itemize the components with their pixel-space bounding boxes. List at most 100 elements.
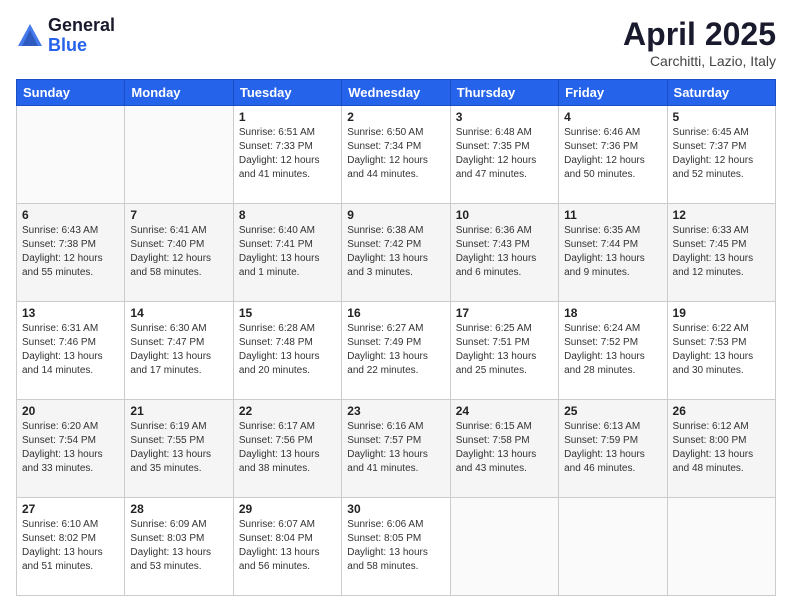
day-number: 10 [456, 208, 553, 222]
day-number: 13 [22, 306, 119, 320]
day-detail: Sunrise: 6:51 AM Sunset: 7:33 PM Dayligh… [239, 126, 336, 182]
day-detail: Sunrise: 6:27 AM Sunset: 7:49 PM Dayligh… [347, 322, 444, 378]
day-detail: Sunrise: 6:09 AM Sunset: 8:03 PM Dayligh… [130, 518, 227, 574]
table-row: 7 Sunrise: 6:41 AM Sunset: 7:40 PM Daylig… [125, 204, 233, 302]
day-detail: Sunrise: 6:45 AM Sunset: 7:37 PM Dayligh… [673, 126, 770, 182]
day-number: 5 [673, 110, 770, 124]
day-detail: Sunrise: 6:28 AM Sunset: 7:48 PM Dayligh… [239, 322, 336, 378]
day-detail: Sunrise: 6:13 AM Sunset: 7:59 PM Dayligh… [564, 420, 661, 476]
day-detail: Sunrise: 6:33 AM Sunset: 7:45 PM Dayligh… [673, 224, 770, 280]
logo-icon [16, 22, 44, 50]
day-detail: Sunrise: 6:41 AM Sunset: 7:40 PM Dayligh… [130, 224, 227, 280]
table-row [559, 498, 667, 596]
logo-general: General [48, 15, 115, 35]
header: General Blue April 2025 Carchitti, Lazio… [16, 16, 776, 69]
day-detail: Sunrise: 6:15 AM Sunset: 7:58 PM Dayligh… [456, 420, 553, 476]
table-row: 15 Sunrise: 6:28 AM Sunset: 7:48 PM Dayli… [233, 302, 341, 400]
header-row: Sunday Monday Tuesday Wednesday Thursday… [17, 80, 776, 106]
table-row: 24Sunrise: 6:15 AM Sunset: 7:58 PM Dayli… [450, 400, 558, 498]
table-row: 25 Sunrise: 6:13 AM Sunset: 7:59 PM Dayli… [559, 400, 667, 498]
table-row: 19Sunrise: 6:22 AM Sunset: 7:53 PM Dayli… [667, 302, 775, 400]
day-number: 3 [456, 110, 553, 124]
day-number: 1 [239, 110, 336, 124]
day-number: 8 [239, 208, 336, 222]
table-row: 6Sunrise: 6:43 AM Sunset: 7:38 PM Daylig… [17, 204, 125, 302]
title-block: April 2025 Carchitti, Lazio, Italy [623, 16, 776, 69]
table-row: 30 Sunrise: 6:06 AM Sunset: 8:05 PM Dayli… [342, 498, 450, 596]
day-detail: Sunrise: 6:20 AM Sunset: 7:54 PM Dayligh… [22, 420, 119, 476]
table-row: 17 Sunrise: 6:25 AM Sunset: 7:51 PM Dayli… [450, 302, 558, 400]
table-row: 3 Sunrise: 6:48 AM Sunset: 7:35 PM Daylig… [450, 106, 558, 204]
table-row: 22Sunrise: 6:17 AM Sunset: 7:56 PM Dayli… [233, 400, 341, 498]
day-number: 30 [347, 502, 444, 516]
table-row: 20 Sunrise: 6:20 AM Sunset: 7:54 PM Dayli… [17, 400, 125, 498]
table-row: 21 Sunrise: 6:19 AM Sunset: 7:55 PM Dayli… [125, 400, 233, 498]
logo: General Blue [16, 16, 115, 56]
table-row: 5 Sunrise: 6:45 AM Sunset: 7:37 PM Daylig… [667, 106, 775, 204]
table-row: 29 Sunrise: 6:07 AM Sunset: 8:04 PM Dayli… [233, 498, 341, 596]
day-number: 21 [130, 404, 227, 418]
day-number: 15 [239, 306, 336, 320]
calendar-week-2: 6Sunrise: 6:43 AM Sunset: 7:38 PM Daylig… [17, 204, 776, 302]
table-row: 18Sunrise: 6:24 AM Sunset: 7:52 PM Dayli… [559, 302, 667, 400]
table-row: 27 Sunrise: 6:10 AM Sunset: 8:02 PM Dayli… [17, 498, 125, 596]
col-sunday: Sunday [17, 80, 125, 106]
month-title: April 2025 [623, 16, 776, 53]
day-detail: Sunrise: 6:35 AM Sunset: 7:44 PM Dayligh… [564, 224, 661, 280]
table-row: 12Sunrise: 6:33 AM Sunset: 7:45 PM Dayli… [667, 204, 775, 302]
calendar-week-3: 13 Sunrise: 6:31 AM Sunset: 7:46 PM Dayli… [17, 302, 776, 400]
logo-blue: Blue [48, 35, 87, 55]
table-row: 16 Sunrise: 6:27 AM Sunset: 7:49 PM Dayli… [342, 302, 450, 400]
day-number: 14 [130, 306, 227, 320]
col-tuesday: Tuesday [233, 80, 341, 106]
day-number: 27 [22, 502, 119, 516]
day-number: 17 [456, 306, 553, 320]
calendar-week-5: 27 Sunrise: 6:10 AM Sunset: 8:02 PM Dayli… [17, 498, 776, 596]
day-number: 28 [130, 502, 227, 516]
day-detail: Sunrise: 6:22 AM Sunset: 7:53 PM Dayligh… [673, 322, 770, 378]
day-detail: Sunrise: 6:40 AM Sunset: 7:41 PM Dayligh… [239, 224, 336, 280]
day-detail: Sunrise: 6:48 AM Sunset: 7:35 PM Dayligh… [456, 126, 553, 182]
calendar-week-4: 20 Sunrise: 6:20 AM Sunset: 7:54 PM Dayli… [17, 400, 776, 498]
day-detail: Sunrise: 6:38 AM Sunset: 7:42 PM Dayligh… [347, 224, 444, 280]
day-number: 7 [130, 208, 227, 222]
table-row: 10Sunrise: 6:36 AM Sunset: 7:43 PM Dayli… [450, 204, 558, 302]
day-number: 26 [673, 404, 770, 418]
col-monday: Monday [125, 80, 233, 106]
day-number: 25 [564, 404, 661, 418]
day-number: 4 [564, 110, 661, 124]
table-row: 2 Sunrise: 6:50 AM Sunset: 7:34 PM Daylig… [342, 106, 450, 204]
day-detail: Sunrise: 6:43 AM Sunset: 7:38 PM Dayligh… [22, 224, 119, 280]
col-wednesday: Wednesday [342, 80, 450, 106]
day-number: 20 [22, 404, 119, 418]
day-detail: Sunrise: 6:19 AM Sunset: 7:55 PM Dayligh… [130, 420, 227, 476]
day-number: 9 [347, 208, 444, 222]
calendar-table: Sunday Monday Tuesday Wednesday Thursday… [16, 79, 776, 596]
day-detail: Sunrise: 6:12 AM Sunset: 8:00 PM Dayligh… [673, 420, 770, 476]
day-detail: Sunrise: 6:50 AM Sunset: 7:34 PM Dayligh… [347, 126, 444, 182]
day-detail: Sunrise: 6:30 AM Sunset: 7:47 PM Dayligh… [130, 322, 227, 378]
day-number: 23 [347, 404, 444, 418]
day-detail: Sunrise: 6:06 AM Sunset: 8:05 PM Dayligh… [347, 518, 444, 574]
logo-text: General Blue [48, 16, 115, 56]
table-row [667, 498, 775, 596]
table-row: 11 Sunrise: 6:35 AM Sunset: 7:44 PM Dayli… [559, 204, 667, 302]
day-number: 22 [239, 404, 336, 418]
day-detail: Sunrise: 6:10 AM Sunset: 8:02 PM Dayligh… [22, 518, 119, 574]
table-row: 26 Sunrise: 6:12 AM Sunset: 8:00 PM Dayli… [667, 400, 775, 498]
day-number: 29 [239, 502, 336, 516]
col-thursday: Thursday [450, 80, 558, 106]
table-row [125, 106, 233, 204]
day-number: 2 [347, 110, 444, 124]
day-detail: Sunrise: 6:07 AM Sunset: 8:04 PM Dayligh… [239, 518, 336, 574]
day-detail: Sunrise: 6:31 AM Sunset: 7:46 PM Dayligh… [22, 322, 119, 378]
day-detail: Sunrise: 6:25 AM Sunset: 7:51 PM Dayligh… [456, 322, 553, 378]
calendar-week-1: 1 Sunrise: 6:51 AM Sunset: 7:33 PM Daylig… [17, 106, 776, 204]
day-detail: Sunrise: 6:24 AM Sunset: 7:52 PM Dayligh… [564, 322, 661, 378]
col-friday: Friday [559, 80, 667, 106]
table-row: 23Sunrise: 6:16 AM Sunset: 7:57 PM Dayli… [342, 400, 450, 498]
table-row: 9 Sunrise: 6:38 AM Sunset: 7:42 PM Daylig… [342, 204, 450, 302]
day-number: 16 [347, 306, 444, 320]
table-row: 8 Sunrise: 6:40 AM Sunset: 7:41 PM Daylig… [233, 204, 341, 302]
day-number: 11 [564, 208, 661, 222]
